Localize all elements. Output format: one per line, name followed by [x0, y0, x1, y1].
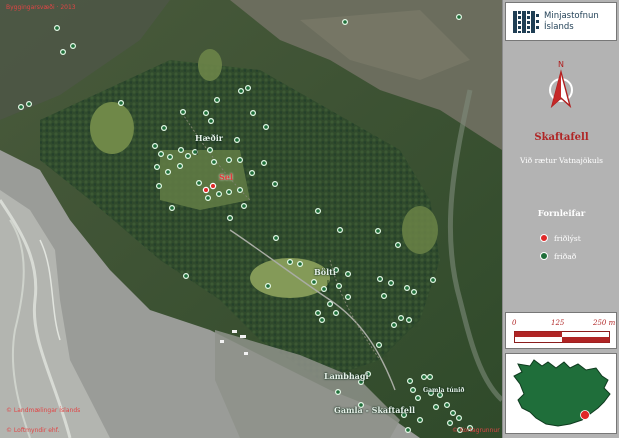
place-label-bolti: Bölti: [314, 267, 336, 277]
green-dot-icon: [540, 252, 548, 260]
place-label-lambhagi: Lambhagi: [324, 371, 369, 381]
place-label-haedir: Hæðir: [195, 133, 223, 143]
legend-label: friðað: [554, 251, 577, 261]
scale-label-250: 250 m: [593, 319, 616, 327]
north-label: N: [558, 60, 564, 69]
map-credit-bottom-left-2: © Loftmyndir ehf.: [6, 427, 60, 434]
scale-bar-box: 0 125 250 m: [505, 312, 617, 349]
place-title: Skaftafell: [534, 132, 589, 143]
red-dot-icon: [540, 234, 548, 242]
minjastofnun-m-logo-icon: [512, 10, 540, 34]
scale-label-0: 0: [512, 319, 517, 327]
place-label-gamla-tunid: Gamla túnið: [423, 387, 465, 394]
logo-text: Minjastofnun Íslands: [544, 11, 599, 33]
place-label-sel: Sel: [219, 172, 233, 182]
legend-item-protected: friðlýst: [540, 233, 581, 243]
aerial-map[interactable]: Hæðir Sel Bölti Lambhagi Gamla - Skaftaf…: [0, 0, 502, 438]
map-credit-bottom-right: © Kortagrunnur: [452, 427, 500, 434]
legend-title: Fornleifar: [537, 209, 586, 219]
scale-bar-icon: [514, 331, 610, 343]
logo-box: Minjastofnun Íslands: [505, 2, 617, 41]
logo-line-1: Minjastofnun: [544, 11, 599, 21]
inset-map-box: [505, 353, 617, 434]
legend-label: friðlýst: [554, 233, 581, 243]
map-credit-bottom-left: © Landmælingar Íslands: [6, 407, 81, 414]
map-credit-top-left: Byggingarsvæði · 2013: [6, 4, 76, 11]
aerial-photo: [0, 0, 502, 438]
iceland-locator-map-icon: [506, 354, 616, 433]
map-sheet: Hæðir Sel Bölti Lambhagi Gamla - Skaftaf…: [0, 0, 619, 438]
logo-line-2: Íslands: [544, 22, 574, 32]
place-label-gamla-skaftafell: Gamla - Skaftafell: [334, 405, 416, 415]
place-subtitle: Við rætur Vatnajökuls: [519, 156, 603, 165]
map-sidebar: Minjastofnun Íslands N Skaftafell Við ræ…: [502, 0, 619, 438]
scale-label-125: 125: [551, 319, 565, 327]
legend-item-unprotected: friðað: [540, 251, 576, 261]
